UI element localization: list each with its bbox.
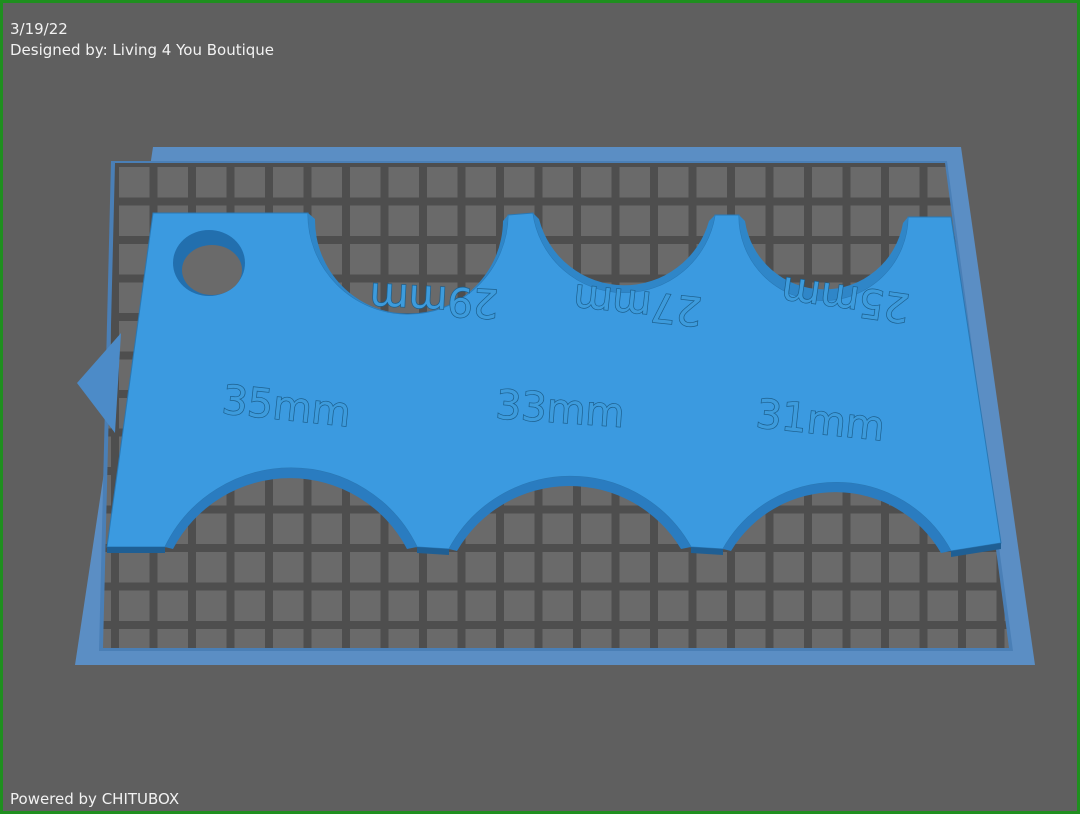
3d-scene[interactable]: 29mm 27mm 25mm 35mm 33mm 31mm <box>3 3 1080 814</box>
chitubox-viewport[interactable]: 29mm 27mm 25mm 35mm 33mm 31mm 3/19/22 De… <box>0 0 1080 814</box>
date-label: 3/19/22 <box>10 20 68 38</box>
support-prism <box>77 333 121 433</box>
powered-by-label: Powered by CHITUBOX <box>10 790 180 808</box>
designer-label: Designed by: Living 4 You Boutique <box>10 41 275 59</box>
model-bottom-edge-1 <box>107 547 165 553</box>
label-29mm: 29mm <box>368 273 499 326</box>
label-33mm: 33mm <box>494 382 626 437</box>
keychain-hole-inner <box>182 245 242 295</box>
